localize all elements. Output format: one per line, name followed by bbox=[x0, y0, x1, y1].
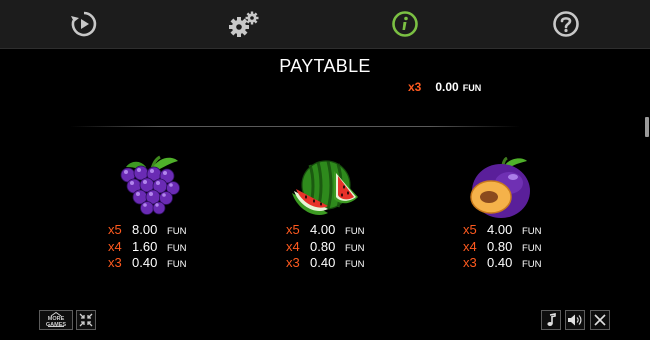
payout-row: x3 0.40 FUN bbox=[108, 255, 187, 270]
payout-value: 0.80 bbox=[310, 239, 336, 254]
close-icon bbox=[594, 314, 606, 326]
multiplier: x3 bbox=[108, 255, 122, 270]
payout-row: x5 4.00 FUN bbox=[463, 222, 542, 237]
payout-value: 4.00 bbox=[487, 222, 513, 237]
payout-value: 0.40 bbox=[487, 255, 513, 270]
more-games-button[interactable]: MORE GAMES bbox=[39, 310, 73, 330]
paytable-symbol-watermelon: x5 4.00 FUN x4 0.80 FUN x3 0.40 FUN bbox=[286, 155, 406, 275]
help-button[interactable] bbox=[549, 7, 583, 41]
replay-icon bbox=[71, 11, 97, 37]
partial-payout-row: x3 0.00 FUN bbox=[408, 80, 481, 92]
replay-button[interactable] bbox=[67, 7, 101, 41]
currency-unit: FUN bbox=[522, 243, 542, 254]
paytable-title: PAYTABLE bbox=[279, 56, 371, 76]
multiplier: x5 bbox=[286, 222, 300, 237]
currency-unit: FUN bbox=[167, 226, 187, 237]
settings-gears-icon bbox=[229, 11, 259, 37]
payout-value: 4.00 bbox=[310, 222, 336, 237]
payout-value: 1.60 bbox=[132, 239, 158, 254]
multiplier: x3 bbox=[286, 255, 300, 270]
fullscreen-collapse-icon bbox=[79, 313, 93, 327]
close-button[interactable] bbox=[590, 310, 610, 330]
payout-row: x3 0.40 FUN bbox=[463, 255, 542, 270]
settings-button[interactable] bbox=[227, 7, 261, 41]
info-icon bbox=[392, 11, 418, 37]
info-button[interactable] bbox=[388, 7, 422, 41]
music-note-icon bbox=[547, 313, 556, 326]
multiplier: x5 bbox=[463, 222, 477, 237]
payout-value: 0.00 bbox=[435, 80, 459, 92]
help-icon bbox=[553, 11, 579, 37]
currency-unit: FUN bbox=[167, 243, 187, 254]
currency-unit: FUN bbox=[345, 243, 365, 254]
top-toolbar bbox=[0, 0, 650, 49]
currency-unit: FUN bbox=[522, 259, 542, 270]
plum-icon bbox=[470, 157, 530, 218]
fullscreen-button[interactable] bbox=[76, 310, 96, 330]
more-games-label: MORE GAMES bbox=[45, 316, 67, 328]
payout-row: x5 4.00 FUN bbox=[286, 222, 365, 237]
payout-value: 0.40 bbox=[310, 255, 336, 270]
payout-row: x4 1.60 FUN bbox=[108, 239, 187, 254]
currency-unit: FUN bbox=[522, 226, 542, 237]
scrollbar-thumb[interactable] bbox=[645, 117, 649, 137]
grapes-icon bbox=[120, 155, 180, 215]
currency-unit: FUN bbox=[345, 259, 365, 270]
multiplier: x4 bbox=[286, 239, 300, 254]
payout-value: 0.80 bbox=[487, 239, 513, 254]
multiplier: x4 bbox=[463, 239, 477, 254]
payout-row: x3 0.40 FUN bbox=[286, 255, 365, 270]
payout-row: x4 0.80 FUN bbox=[286, 239, 365, 254]
watermelon-icon bbox=[292, 160, 358, 215]
multiplier: x3 bbox=[463, 255, 477, 270]
payout-value: 8.00 bbox=[132, 222, 158, 237]
section-divider bbox=[70, 126, 520, 127]
paytable-symbol-grapes: x5 8.00 FUN x4 1.60 FUN x3 0.40 FUN bbox=[108, 155, 228, 275]
music-toggle-button[interactable] bbox=[541, 310, 561, 330]
currency-unit: FUN bbox=[462, 83, 482, 92]
multiplier: x5 bbox=[108, 222, 122, 237]
currency-unit: FUN bbox=[345, 226, 365, 237]
sound-toggle-button[interactable] bbox=[565, 310, 585, 330]
speaker-icon bbox=[568, 314, 582, 326]
paytable-symbol-plum: x5 4.00 FUN x4 0.80 FUN x3 0.40 FUN bbox=[463, 155, 583, 275]
payout-row: x5 8.00 FUN bbox=[108, 222, 187, 237]
payout-value: 0.40 bbox=[132, 255, 158, 270]
multiplier: x3 bbox=[408, 80, 422, 92]
currency-unit: FUN bbox=[167, 259, 187, 270]
multiplier: x4 bbox=[108, 239, 122, 254]
payout-row: x4 0.80 FUN bbox=[463, 239, 542, 254]
